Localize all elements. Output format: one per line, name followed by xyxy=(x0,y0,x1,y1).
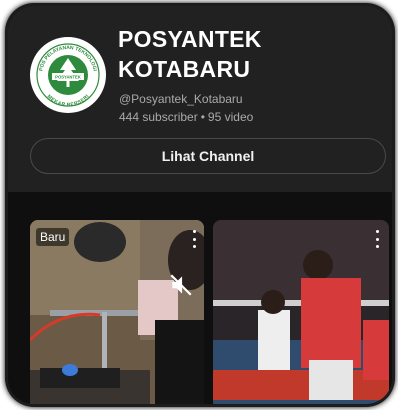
more-vert-icon[interactable] xyxy=(373,230,381,248)
welding-scene-image xyxy=(30,220,204,404)
logo-center-text: POSYANTEK xyxy=(55,75,81,80)
stats-separator: • xyxy=(200,110,205,124)
view-channel-button[interactable]: Lihat Channel xyxy=(30,138,386,174)
volume-off-icon[interactable] xyxy=(168,272,194,298)
channel-card: POSYANTEK POS PELAYANAN TEKNOLOGI MEKAR … xyxy=(8,6,392,404)
subscriber-count: 444 subscriber xyxy=(119,110,198,124)
new-badge: Baru xyxy=(36,228,70,246)
more-vert-icon[interactable] xyxy=(190,230,198,248)
channel-stats: 444 subscriber • 95 video xyxy=(119,110,253,124)
channel-handle: @Posyantek_Kotabaru xyxy=(119,92,243,106)
shorts-row: Baru xyxy=(8,192,392,404)
channel-avatar[interactable]: POSYANTEK POS PELAYANAN TEKNOLOGI MEKAR … xyxy=(30,37,106,113)
short-thumbnail-1[interactable]: Baru xyxy=(30,220,204,404)
channel-header: POSYANTEK POS PELAYANAN TEKNOLOGI MEKAR … xyxy=(8,6,392,192)
posyantek-logo: POSYANTEK POS PELAYANAN TEKNOLOGI MEKAR … xyxy=(31,38,105,112)
short-thumbnail-2[interactable] xyxy=(213,220,389,404)
channel-name[interactable]: POSYANTEK KOTABARU xyxy=(118,24,378,84)
video-count: 95 video xyxy=(207,110,254,124)
badminton-scene-image xyxy=(213,220,389,404)
